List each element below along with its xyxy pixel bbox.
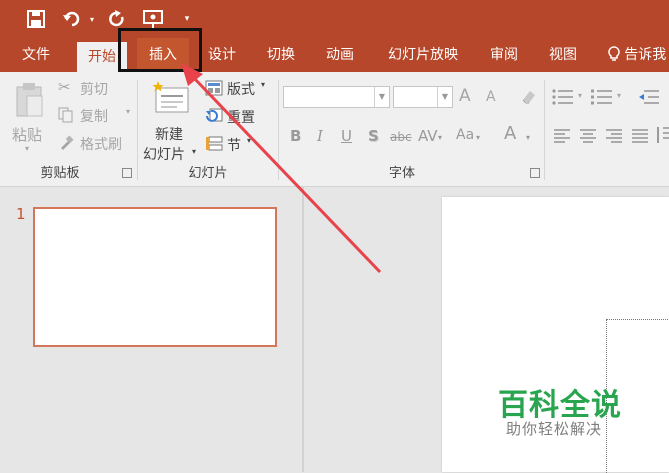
- annotation-arrow: [181, 63, 382, 274]
